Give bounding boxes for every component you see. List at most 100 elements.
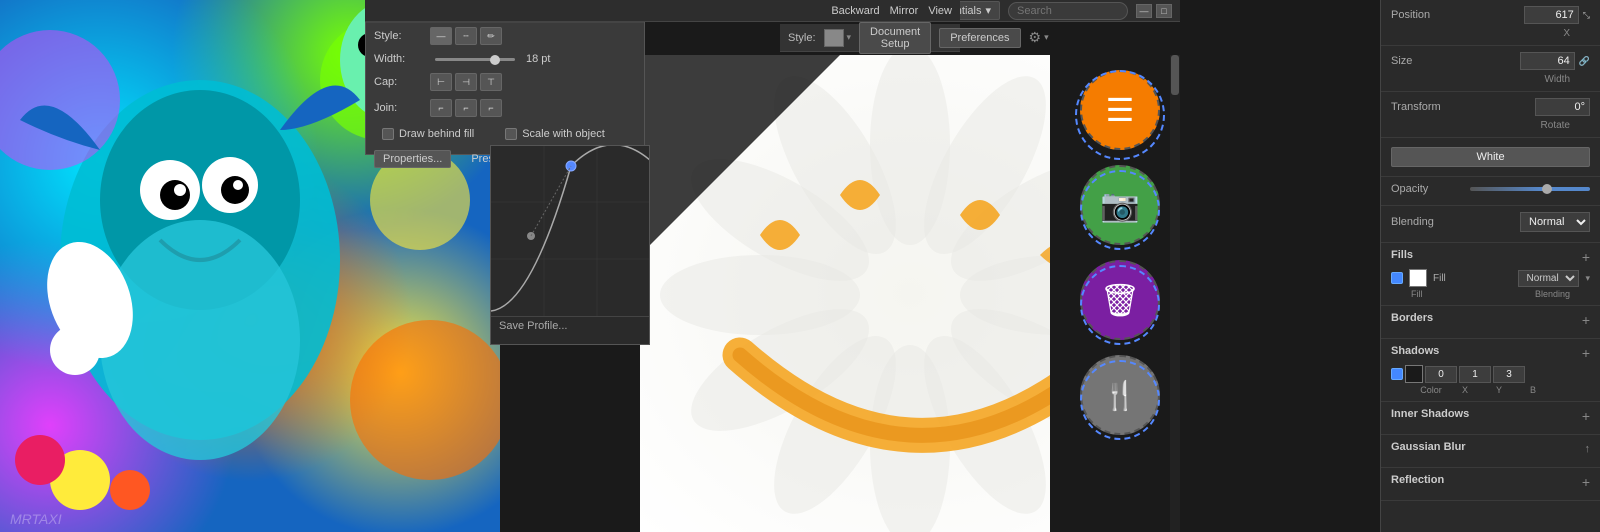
style-dropdown-arrow[interactable]: ▾ xyxy=(847,32,852,43)
blending-select[interactable]: Normal xyxy=(1520,212,1590,232)
watermark-text: MRTAXI xyxy=(10,511,62,527)
burger-selection-border xyxy=(1075,70,1165,160)
transform-rotate-label-row: Rotate xyxy=(1391,120,1590,131)
join-bevel-btn[interactable]: ⌐ xyxy=(480,99,502,117)
fill-row: Fill Normal ▾ xyxy=(1391,269,1590,287)
size-value-group: 🔗 xyxy=(1520,52,1590,70)
inner-shadows-heading: Inner Shadows xyxy=(1391,408,1469,420)
doc-extra-btn[interactable]: ⚙ ▾ xyxy=(1029,29,1049,46)
shadows-section: Shadows + Color X Y B xyxy=(1381,339,1600,402)
style-dash-btn[interactable]: ╌ xyxy=(455,27,477,45)
cap-round-btn[interactable]: ⊣ xyxy=(455,73,477,91)
add-shadow-btn[interactable]: + xyxy=(1582,345,1590,361)
shadow-x-input[interactable] xyxy=(1425,366,1457,383)
gaussian-blur-header-row: Gaussian Blur ↑ xyxy=(1391,441,1590,457)
style-dot-btn[interactable]: ✏ xyxy=(480,27,502,45)
search-input[interactable] xyxy=(1008,2,1128,20)
scroll-thumb[interactable] xyxy=(1171,55,1179,95)
shadows-heading: Shadows xyxy=(1391,345,1439,357)
cap-row: Cap: ⊢ ⊣ ⊤ xyxy=(366,69,644,95)
transform-value-group xyxy=(1535,98,1590,116)
position-section: Position ⤡ X xyxy=(1381,0,1600,46)
blending-label: Blending xyxy=(1391,216,1461,228)
blending-row: Blending Normal xyxy=(1391,212,1590,232)
width-value: 18 pt xyxy=(526,53,556,65)
transform-section: Transform Rotate xyxy=(1381,92,1600,138)
cap-square-btn[interactable]: ⊤ xyxy=(480,73,502,91)
fill-color-swatch[interactable] xyxy=(1409,269,1427,287)
save-profile-btn[interactable]: Save Profile... xyxy=(491,316,649,335)
minimize-btn[interactable]: — xyxy=(1136,4,1152,18)
join-buttons[interactable]: ⌐ ⌐ ⌐ xyxy=(430,99,502,117)
add-border-btn[interactable]: + xyxy=(1582,312,1590,328)
shadow-color-swatch[interactable] xyxy=(1405,365,1423,383)
position-value-group: ⤡ xyxy=(1524,6,1590,24)
pressure-curve-canvas[interactable] xyxy=(491,146,649,316)
fill-blending-select[interactable]: Normal xyxy=(1518,270,1579,287)
right-panel: Position ⤡ X Size 🔗 Width Transform xyxy=(1380,0,1600,532)
style-swatch[interactable] xyxy=(824,29,844,47)
reflection-header-row: Reflection + xyxy=(1391,474,1590,490)
properties-btn[interactable]: Properties... xyxy=(374,150,451,168)
canvas-scrollbar[interactable] xyxy=(1170,55,1180,532)
size-width-input[interactable] xyxy=(1520,52,1575,70)
fill-blending-sub-label: Blending xyxy=(1535,289,1570,299)
size-row: Size 🔗 xyxy=(1391,52,1590,70)
mirror-btn[interactable]: Mirror xyxy=(890,5,919,17)
pressure-panel: Save Profile... xyxy=(490,145,650,345)
join-miter-btn[interactable]: ⌐ xyxy=(430,99,452,117)
size-width-label-row: Width xyxy=(1391,74,1590,85)
stroke-toolbar-panel: Colour Swatches Line Brushes Style: — ╌ … xyxy=(365,0,645,155)
shadow-b-input[interactable] xyxy=(1493,366,1525,383)
style-solid-btn[interactable]: — xyxy=(430,27,452,45)
size-resize-icon: ⤡ xyxy=(1583,10,1590,21)
fill-sub-label: Fill xyxy=(1411,289,1423,299)
document-toolbar: Style: ▾ Document Setup Preferences ⚙ ▾ xyxy=(780,24,960,52)
opacity-row: Opacity xyxy=(1391,183,1590,195)
fills-header-row: Fills + xyxy=(1391,249,1590,265)
gaussian-blur-expand-icon[interactable]: ↑ xyxy=(1585,443,1591,455)
join-round-btn[interactable]: ⌐ xyxy=(455,99,477,117)
cap-buttons[interactable]: ⊢ ⊣ ⊤ xyxy=(430,73,502,91)
shadow-enabled-cb[interactable] xyxy=(1391,368,1403,380)
gaussian-blur-heading: Gaussian Blur xyxy=(1391,441,1466,453)
cap-butt-btn[interactable]: ⊢ xyxy=(430,73,452,91)
backward-btn[interactable]: Backward xyxy=(831,5,879,17)
camera-selection-border xyxy=(1080,170,1160,250)
shadows-header-row: Shadows + xyxy=(1391,345,1590,361)
borders-header-row: Borders + xyxy=(1391,312,1590,328)
draw-behind-fill-label[interactable]: Draw behind fill xyxy=(374,125,482,143)
white-btn[interactable]: White xyxy=(1391,147,1590,167)
transform-rotate-input[interactable] xyxy=(1535,98,1590,116)
width-row: Width: 18 pt xyxy=(366,49,644,69)
fill-enabled-cb[interactable] xyxy=(1391,272,1403,284)
add-inner-shadow-btn[interactable]: + xyxy=(1582,408,1590,424)
shadow-x-label: X xyxy=(1449,385,1481,395)
lock-ratio-icon[interactable]: 🔗 xyxy=(1579,56,1590,67)
style-row: Style: — ╌ ✏ xyxy=(366,23,644,49)
view-btn[interactable]: View xyxy=(928,5,952,17)
gaussian-blur-section: Gaussian Blur ↑ xyxy=(1381,435,1600,468)
shadow-y-input[interactable] xyxy=(1459,366,1491,383)
join-label: Join: xyxy=(374,102,424,114)
trash-selection-border xyxy=(1080,265,1160,345)
width-slider[interactable] xyxy=(435,58,515,61)
opacity-slider[interactable] xyxy=(1470,187,1590,191)
opacity-label: Opacity xyxy=(1391,183,1461,195)
position-label: Position xyxy=(1391,9,1461,21)
maximize-btn[interactable]: □ xyxy=(1156,4,1172,18)
add-fill-btn[interactable]: + xyxy=(1582,249,1590,265)
icons-panel: ☰ 📷 🗑 🍴 xyxy=(1050,55,1180,532)
draw-behind-fill-cb[interactable] xyxy=(382,128,394,140)
scale-with-object-cb[interactable] xyxy=(505,128,517,140)
shadows-inputs-row xyxy=(1391,365,1590,383)
style-buttons[interactable]: — ╌ ✏ xyxy=(430,27,502,45)
scale-with-object-label[interactable]: Scale with object xyxy=(497,125,613,143)
preferences-btn[interactable]: Preferences xyxy=(939,28,1020,48)
style-label: Style: xyxy=(374,30,424,42)
doc-setup-btn[interactable]: Document Setup xyxy=(859,22,931,54)
position-x-input[interactable] xyxy=(1524,6,1579,24)
add-reflection-btn[interactable]: + xyxy=(1582,474,1590,490)
essentials-chevron: ▾ xyxy=(985,4,991,17)
fill-chevron[interactable]: ▾ xyxy=(1585,273,1590,284)
